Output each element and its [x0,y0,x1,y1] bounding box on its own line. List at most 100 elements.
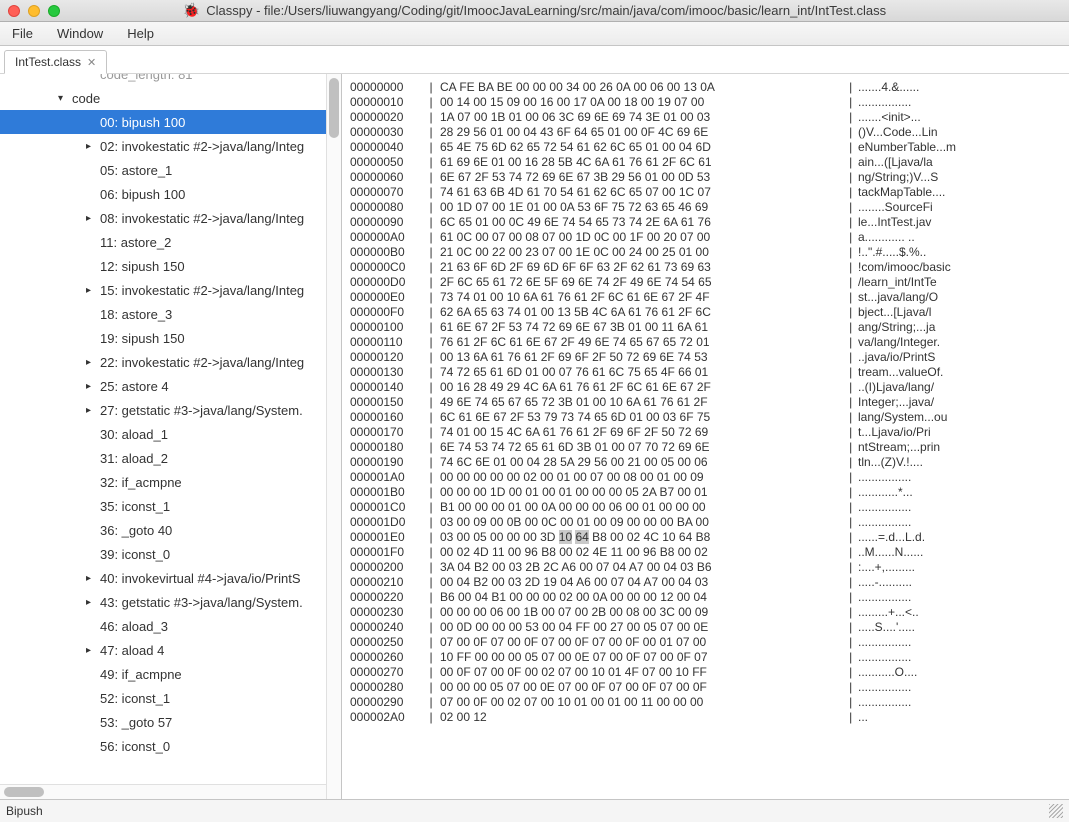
tree-item[interactable]: 35: iconst_1 [0,494,341,518]
hex-row: 00000060|6E 67 2F 53 74 72 69 6E 67 3B 2… [350,170,1061,185]
content-area: code_length: 81▾code00: bipush 100▸02: i… [0,74,1069,799]
tree-item[interactable]: 06: bipush 100 [0,182,341,206]
tree-row-partial[interactable]: code_length: 81 [0,74,341,86]
tree-hscroll-thumb[interactable] [4,787,44,797]
disclosure-triangle-icon[interactable]: ▸ [86,573,98,584]
tree-item[interactable]: 18: astore_3 [0,302,341,326]
tree-item[interactable]: ▸43: getstatic #3->java/lang/System. [0,590,341,614]
disclosure-triangle-icon[interactable]: ▸ [86,405,98,416]
tree-item[interactable]: ▸02: invokestatic #2->java/lang/Integ [0,134,341,158]
disclosure-triangle-icon[interactable]: ▸ [86,597,98,608]
hex-row: 00000010|00 14 00 15 09 00 16 00 17 0A 0… [350,95,1061,110]
hex-ascii: .........+...<.. [858,605,919,620]
tree-item[interactable]: ▸15: invokestatic #2->java/lang/Integ [0,278,341,302]
hex-ascii: ang/String;...ja [858,320,935,335]
disclosure-triangle-icon[interactable]: ▸ [86,357,98,368]
hex-row: 000000B0|21 0C 00 22 00 23 07 00 1E 0C 0… [350,245,1061,260]
tree-item[interactable]: 46: aload_3 [0,614,341,638]
resize-grip[interactable] [1049,804,1063,818]
hex-row: 00000100|61 6E 67 2F 53 74 72 69 6E 67 3… [350,320,1061,335]
tree-item[interactable]: 39: iconst_0 [0,542,341,566]
tree-item[interactable]: ▸27: getstatic #3->java/lang/System. [0,398,341,422]
tab-inttest-class[interactable]: IntTest.class ✕ [4,50,107,74]
hex-offset: 00000180 [350,440,422,455]
tree-vscrollbar[interactable] [326,74,341,799]
hex-row: 00000270|00 0F 07 00 0F 00 02 07 00 10 0… [350,665,1061,680]
tree-item-label: 11: astore_2 [100,235,171,250]
disclosure-triangle-icon[interactable]: ▸ [86,285,98,296]
disclosure-triangle-icon[interactable]: ▸ [86,141,98,152]
tree-item[interactable]: ▸40: invokevirtual #4->java/io/PrintS [0,566,341,590]
hex-offset: 000000D0 [350,275,422,290]
hex-bytes: 00 00 00 00 00 02 00 01 00 07 00 08 00 0… [440,470,840,485]
hex-row: 00000290|07 00 0F 00 02 07 00 10 01 00 0… [350,695,1061,710]
disclosure-triangle-icon[interactable]: ▸ [86,381,98,392]
hex-bytes: 21 0C 00 22 00 23 07 00 1E 0C 00 24 00 2… [440,245,840,260]
menu-window[interactable]: Window [57,26,103,41]
tree-item[interactable]: 56: iconst_0 [0,734,341,758]
hex-ascii: ..(I)Ljava/lang/ [858,380,934,395]
disclosure-triangle-icon[interactable]: ▸ [86,213,98,224]
hex-ascii: tln...(Z)V.!.... [858,455,923,470]
tree-item[interactable]: 00: bipush 100 [0,110,341,134]
hex-bytes: 61 69 6E 01 00 16 28 5B 4C 6A 61 76 61 2… [440,155,840,170]
menu-help[interactable]: Help [127,26,154,41]
tree-item[interactable]: 36: _goto 40 [0,518,341,542]
hex-ascii: .......4.&...... [858,80,919,95]
titlebar: 🐞 Classpy - file:/Users/liuwangyang/Codi… [0,0,1069,22]
tree-item[interactable]: ▸47: aload 4 [0,638,341,662]
hex-offset: 00000140 [350,380,422,395]
tree-item[interactable]: 52: iconst_1 [0,686,341,710]
tree-item[interactable]: 53: _goto 57 [0,710,341,734]
tree-item[interactable]: 30: aload_1 [0,422,341,446]
tree-node-code[interactable]: ▾code [0,86,341,110]
tree-vscroll-thumb[interactable] [329,78,339,138]
tree-hscrollbar[interactable] [0,784,326,799]
hex-offset: 00000070 [350,185,422,200]
menu-file[interactable]: File [12,26,33,41]
tree-item[interactable]: 05: astore_1 [0,158,341,182]
hex-bytes: 62 6A 65 63 74 01 00 13 5B 4C 6A 61 76 6… [440,305,840,320]
hex-bytes: 00 00 00 05 07 00 0E 07 00 0F 07 00 0F 0… [440,680,840,695]
hex-bytes: 00 16 28 49 29 4C 6A 61 76 61 2F 6C 61 6… [440,380,840,395]
hex-row: 00000040|65 4E 75 6D 62 65 72 54 61 62 6… [350,140,1061,155]
tab-close-icon[interactable]: ✕ [87,56,96,69]
hex-ascii: tream...valueOf. [858,365,943,380]
tree-label: code [72,91,100,106]
hex-row: 00000090|6C 65 01 00 0C 49 6E 74 54 65 7… [350,215,1061,230]
tree-item[interactable]: 49: if_acmpne [0,662,341,686]
tree-item[interactable]: 11: astore_2 [0,230,341,254]
hex-bytes: 6E 74 53 74 72 65 61 6D 3B 01 00 07 70 7… [440,440,840,455]
disclosure-triangle-icon[interactable]: ▾ [58,93,70,104]
hex-bytes: 49 6E 74 65 67 65 72 3B 01 00 10 6A 61 7… [440,395,840,410]
hex-bytes: 03 00 09 00 0B 00 0C 00 01 00 09 00 00 0… [440,515,840,530]
tree-item[interactable]: 19: sipush 150 [0,326,341,350]
tree-panel[interactable]: code_length: 81▾code00: bipush 100▸02: i… [0,74,342,799]
hex-row: 000000E0|73 74 01 00 10 6A 61 76 61 2F 6… [350,290,1061,305]
tree-item[interactable]: ▸08: invokestatic #2->java/lang/Integ [0,206,341,230]
hex-ascii: lang/System...ou [858,410,947,425]
hex-offset: 000000B0 [350,245,422,260]
app-icon: 🐞 [183,2,200,19]
hex-bytes: B6 00 04 B1 00 00 00 02 00 0A 00 00 00 1… [440,590,840,605]
tree-item[interactable]: 32: if_acmpne [0,470,341,494]
tree-item-label: 47: aload 4 [100,643,164,658]
tree-item[interactable]: ▸22: invokestatic #2->java/lang/Integ [0,350,341,374]
hex-row: 00000250|07 00 0F 07 00 0F 07 00 0F 07 0… [350,635,1061,650]
hex-bytes: 00 04 B2 00 03 2D 19 04 A6 00 07 04 A7 0… [440,575,840,590]
hex-bytes: 65 4E 75 6D 62 65 72 54 61 62 6C 65 01 0… [440,140,840,155]
hex-ascii: ng/String;)V...S [858,170,938,185]
tab-label: IntTest.class [15,55,81,69]
tree-item[interactable]: 31: aload_2 [0,446,341,470]
hex-ascii: ................ [858,695,911,710]
disclosure-triangle-icon[interactable]: ▸ [86,645,98,656]
hex-ascii: ................ [858,650,911,665]
tree-item[interactable]: ▸25: astore 4 [0,374,341,398]
tree-item[interactable]: 12: sipush 150 [0,254,341,278]
tree-item-label: 30: aload_1 [100,427,168,442]
hex-row: 000001D0|03 00 09 00 0B 00 0C 00 01 00 0… [350,515,1061,530]
tree-item-label: 00: bipush 100 [100,115,185,130]
hex-ascii: ................ [858,635,911,650]
hex-row: 000001B0|00 00 00 1D 00 01 00 01 00 00 0… [350,485,1061,500]
tree-item-label: 49: if_acmpne [100,667,182,682]
